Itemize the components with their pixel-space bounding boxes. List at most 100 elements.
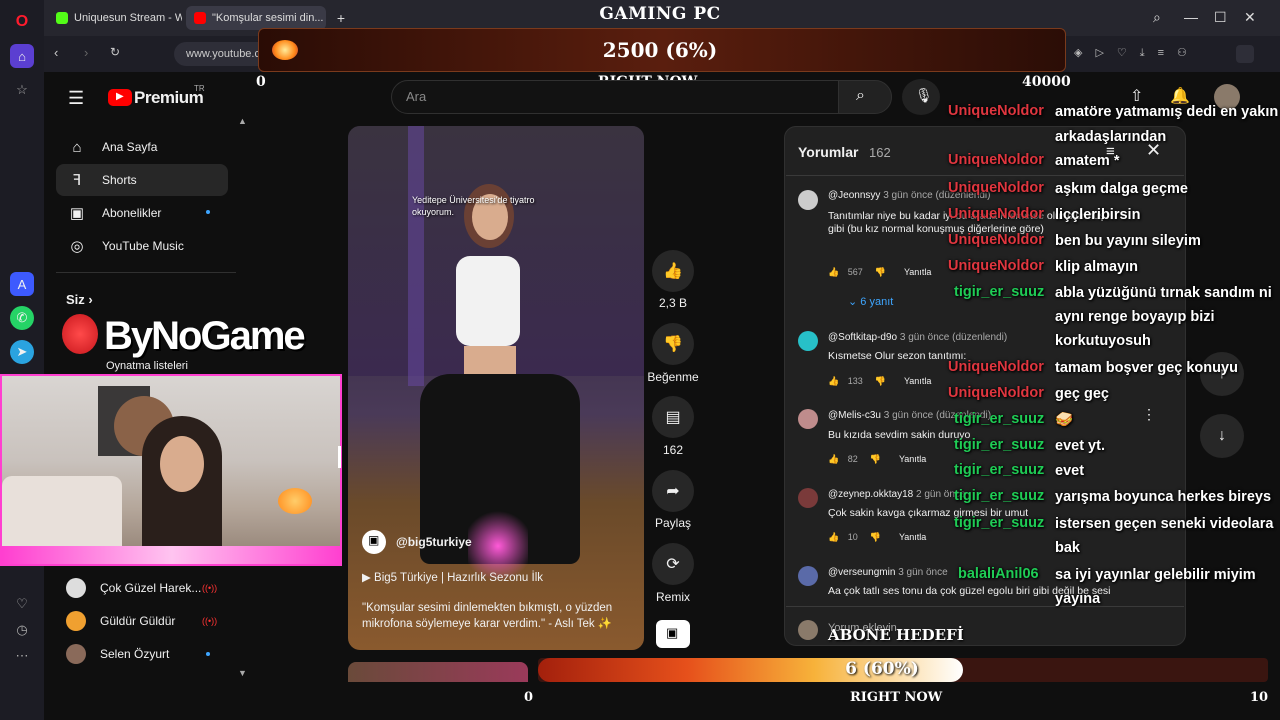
channel-avatar (66, 644, 86, 664)
home-icon: ⌂ (72, 138, 82, 156)
minimize-icon[interactable]: — (1184, 9, 1198, 25)
close-window-icon[interactable]: ✕ (1244, 9, 1256, 26)
voice-search-button[interactable]: 🎙 (902, 79, 940, 115)
chat-message: yayına (1055, 591, 1101, 607)
search-input[interactable]: Ara (391, 80, 839, 114)
new-tab-button[interactable]: + (332, 6, 350, 30)
comment-actions: 👍 133 👎 Yanıtla (828, 376, 932, 386)
comment-author[interactable]: @verseungmin 3 gün önce (828, 567, 948, 578)
more-options-icon[interactable]: ⋮ (1142, 406, 1156, 423)
scroll-up-icon[interactable]: ▲ (238, 116, 247, 126)
live-icon: ((•)) (202, 583, 218, 593)
back-icon[interactable]: ‹ (54, 45, 58, 60)
comment-avatar[interactable] (798, 566, 818, 586)
sidebar-sub-item[interactable]: Selen Özyurt (56, 638, 228, 670)
aria-icon[interactable]: A (10, 272, 34, 296)
channel-avatar (66, 611, 86, 631)
playlists-label[interactable]: Oynatma listeleri (106, 360, 188, 372)
chat-username: UniqueNoldor (948, 152, 1044, 168)
comments-button[interactable]: ▤ (652, 396, 694, 438)
youtube-icon (194, 12, 206, 24)
cam-frame-accent (338, 446, 346, 468)
sidebar-item-subscriptions[interactable]: ▣ Abonelikler (56, 197, 228, 229)
chat-message: liççleribirsin (1055, 207, 1141, 223)
opera-logo-icon[interactable]: O (10, 10, 34, 34)
playlist-link[interactable]: ▶ Big5 Türkiye | Hazırlık Sezonu İlk (362, 570, 543, 584)
scroll-down-icon[interactable]: ▼ (238, 668, 247, 678)
home-speed-dial-icon[interactable]: ⌂ (10, 44, 34, 68)
chat-username: UniqueNoldor (948, 385, 1044, 401)
bynogame-logo-icon (62, 314, 98, 354)
bynogame-watermark: ByNoGame (104, 314, 306, 358)
more-icon[interactable]: ⋯ (10, 644, 34, 668)
bottom-goal-value: 6 (60%) (845, 659, 919, 679)
fire-icon (272, 40, 298, 60)
reload-icon[interactable]: ↻ (110, 45, 120, 59)
comments-count: 162 (869, 145, 891, 160)
you-section[interactable]: Siz › (66, 292, 93, 307)
tab-uniquesun[interactable]: Uniquesun Stream - Watch (48, 6, 182, 30)
like-count: 2,3 B (658, 296, 688, 310)
menu-icon[interactable]: ☰ (68, 88, 84, 109)
whatsapp-icon[interactable]: ✆ (10, 306, 34, 330)
tab-youtube-short[interactable]: "Komşular sesimi din... (186, 6, 326, 30)
forward-icon[interactable]: › (84, 45, 88, 60)
chat-message: abla yüzüğünü tırnak sandım ni (1055, 285, 1272, 301)
search-button[interactable]: ⌕ (838, 80, 892, 114)
thumbs-up-icon: 👍 (663, 263, 683, 280)
comment-avatar[interactable] (798, 331, 818, 351)
pinboard-icon[interactable]: ☆ (10, 78, 34, 102)
comment-actions: 👍 10 👎 Yanıtla (828, 532, 927, 542)
chat-username: tigir_er_suuz (954, 515, 1045, 531)
chat-message: tamam boşver geç konuyu (1055, 360, 1238, 376)
next-short-preview[interactable] (348, 662, 528, 682)
search-icon: ⌕ (856, 87, 865, 104)
history-icon[interactable]: ◷ (10, 618, 34, 642)
comment-icon: ▤ (665, 409, 681, 426)
comment-author[interactable]: @zeynep.okktay18 2 gün önce (828, 489, 965, 500)
channel-handle[interactable]: @big5turkiye (396, 535, 472, 549)
next-short-button[interactable]: ↓ (1200, 414, 1244, 458)
address-bar-tools-icon[interactable]: ◈▷♡⤓≡⚇ (1074, 46, 1200, 60)
chat-message: arkadaşlarından (1055, 129, 1167, 145)
chat-message: evet yt. (1055, 438, 1105, 454)
dislike-button[interactable]: 👎 (652, 323, 694, 365)
telegram-icon[interactable]: ➤ (10, 340, 34, 364)
sidebar-sub-item[interactable]: Çok Güzel Harek... ((•)) (56, 572, 228, 604)
subscriptions-icon: ▣ (69, 205, 85, 222)
maximize-icon[interactable]: ☐ (1214, 9, 1227, 26)
view-replies-button[interactable]: ⌄ 6 yanıt (848, 295, 893, 308)
sidebar-item-music[interactable]: ◎ YouTube Music (56, 230, 228, 262)
channel-avatar[interactable]: ▣ (362, 530, 386, 554)
sidebar-item-home[interactable]: ⌂ Ana Sayfa (56, 131, 228, 163)
comment-avatar[interactable] (798, 488, 818, 508)
comment-avatar[interactable] (798, 190, 818, 210)
comment-author[interactable]: @Softkitap-d9o 3 gün önce (düzenlendi) (828, 332, 1007, 343)
sidebar-item-shorts[interactable]: ꟻ Shorts (56, 164, 228, 196)
youtube-premium-logo[interactable]: Premium (134, 88, 204, 108)
arrow-down-icon: ↓ (1218, 427, 1226, 444)
youtube-logo-icon[interactable]: ▶ (108, 89, 132, 106)
chat-username: tigir_er_suuz (954, 437, 1045, 453)
comment-avatar[interactable] (798, 409, 818, 429)
bottom-goal-caption: RIGHT NOW (850, 690, 943, 705)
browser-sidebar: O ⌂ ☆ A ✆ ➤ ♡ ◷ ⋯ (0, 0, 44, 720)
comment-actions: 👍 82 👎 Yanıtla (828, 454, 927, 464)
sidebar-sub-item[interactable]: Güldür Güldür ((•)) (56, 605, 228, 637)
heart-icon[interactable]: ♡ (10, 592, 34, 616)
webcam-feed (0, 374, 342, 566)
chat-username: UniqueNoldor (948, 232, 1044, 248)
chat-message: aynı renge boyayıp bizi (1055, 309, 1215, 325)
chat-username: UniqueNoldor (948, 180, 1044, 196)
share-icon: ➦ (666, 483, 680, 500)
live-icon: ((•)) (202, 616, 218, 626)
share-button[interactable]: ➦ (652, 470, 694, 512)
overlay-title: GAMING PC (599, 4, 721, 24)
remix-button[interactable]: ⟳ (652, 543, 694, 585)
chat-message: geç geç (1055, 386, 1109, 402)
search-tabs-icon[interactable]: ⌕ (1153, 9, 1161, 26)
like-button[interactable]: 👍 (652, 250, 694, 292)
sound-thumbnail[interactable]: ▣ (656, 620, 690, 648)
divider (786, 175, 1184, 176)
extension-icon[interactable] (1236, 45, 1254, 63)
